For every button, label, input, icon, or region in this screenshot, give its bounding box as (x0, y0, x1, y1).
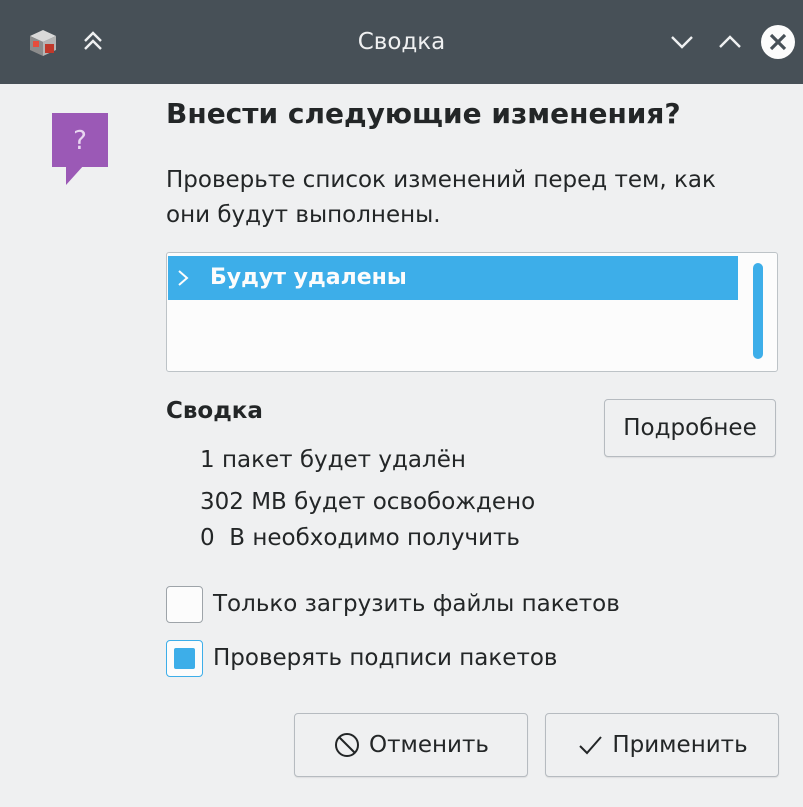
verify-signatures-checkbox[interactable] (166, 639, 203, 677)
question-icon: ? (52, 113, 108, 185)
download-only-label[interactable]: Только загрузить файлы пакетов (213, 591, 620, 617)
checkmark-icon (579, 736, 603, 755)
summary-packages-count: 1 пакет будет удалён (200, 447, 466, 473)
chevron-up-icon[interactable] (716, 28, 744, 56)
tree-item-label: Будут удалены (210, 265, 407, 290)
cancel-button[interactable]: Отменить (294, 713, 528, 777)
chevron-right-icon[interactable] (176, 268, 190, 288)
window-titlebar[interactable]: Сводка (0, 0, 803, 84)
apply-button[interactable]: Применить (545, 713, 779, 777)
summary-download-size: 0 B необходимо получить (200, 525, 520, 551)
chevron-down-icon[interactable] (668, 28, 696, 56)
dialog-heading: Внести следующие изменения? (166, 97, 681, 130)
verify-signatures-label[interactable]: Проверять подписи пакетов (213, 645, 557, 671)
changes-tree[interactable]: Будут удалены (166, 252, 778, 372)
checkbox-checked-indicator (174, 647, 195, 669)
details-button[interactable]: Подробнее (604, 399, 776, 457)
summary-space-freed: 302 MB будет освобождено (200, 489, 536, 515)
cancel-button-label: Отменить (369, 732, 489, 758)
verify-signatures-option[interactable]: Проверять подписи пакетов (166, 638, 557, 678)
summary-title: Сводка (166, 398, 263, 424)
dialog-description: Проверьте список изменений перед тем, ка… (166, 167, 716, 228)
scrollbar-thumb[interactable] (753, 263, 763, 359)
close-icon[interactable] (760, 24, 796, 60)
svg-text:?: ? (73, 126, 87, 156)
cancel-icon (335, 733, 360, 757)
scrollbar[interactable] (747, 259, 769, 363)
download-only-option[interactable]: Только загрузить файлы пакетов (166, 584, 620, 624)
tree-item-removals[interactable]: Будут удалены (168, 256, 738, 300)
apply-button-label: Применить (612, 732, 748, 758)
download-only-checkbox[interactable] (166, 585, 203, 623)
